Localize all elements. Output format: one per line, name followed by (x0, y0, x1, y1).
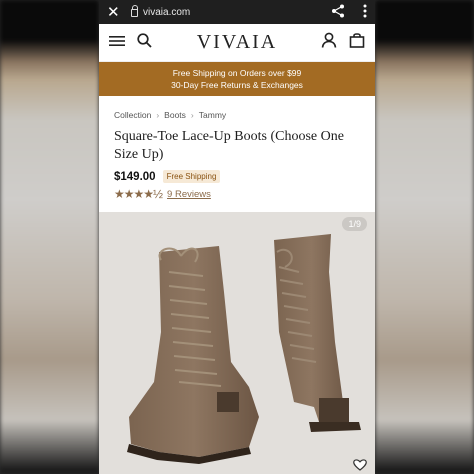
close-tab-button[interactable]: ✕ (107, 5, 121, 20)
free-shipping-badge: Free Shipping (162, 170, 221, 183)
star-rating: ★★★★½ (114, 187, 163, 201)
bag-icon[interactable] (349, 32, 365, 53)
reviews-link[interactable]: 9 Reviews (167, 189, 211, 200)
breadcrumb-collection[interactable]: Collection (114, 110, 151, 120)
browser-bar: ✕ vivaia.com (99, 0, 375, 24)
share-icon[interactable] (331, 4, 345, 21)
blurred-background-left (0, 0, 99, 474)
site-logo[interactable]: VIVAIA (197, 31, 278, 54)
breadcrumb-separator: › (190, 110, 194, 120)
phone-screen: ✕ vivaia.com VIVAIA Free Shipping on Ord… (99, 0, 375, 474)
address-bar[interactable]: vivaia.com (131, 5, 321, 18)
breadcrumb-tammy[interactable]: Tammy (199, 110, 226, 120)
product-title: Square-Toe Lace-Up Boots (Choose One Siz… (114, 129, 344, 162)
product-image (127, 234, 361, 464)
product-price: $149.00 (114, 170, 156, 183)
blurred-background-right (375, 0, 474, 474)
promo-line-shipping: Free Shipping on Orders over $99 (172, 68, 302, 78)
url-text: vivaia.com (143, 6, 191, 18)
heart-icon[interactable] (353, 458, 367, 474)
lock-icon (131, 5, 138, 17)
account-icon[interactable] (321, 32, 337, 53)
image-counter: 1/9 (342, 217, 367, 231)
site-header: VIVAIA (99, 24, 375, 62)
breadcrumb-boots[interactable]: Boots (164, 110, 186, 120)
promo-line-returns: 30-Day Free Returns & Exchanges (171, 80, 303, 90)
promo-banner[interactable]: Free Shipping on Orders over $99 30-Day … (99, 62, 375, 96)
hamburger-icon[interactable] (109, 34, 125, 52)
search-icon[interactable] (137, 32, 152, 53)
kebab-menu-icon[interactable] (363, 4, 367, 21)
breadcrumb-separator: › (156, 110, 160, 120)
product-details: Collection › Boots › Tammy Square-Toe La… (99, 96, 375, 201)
product-image-gallery[interactable]: 1/9 (99, 212, 375, 474)
rating-row: ★★★★½ 9 Reviews (114, 187, 360, 201)
breadcrumb: Collection › Boots › Tammy (114, 110, 360, 120)
